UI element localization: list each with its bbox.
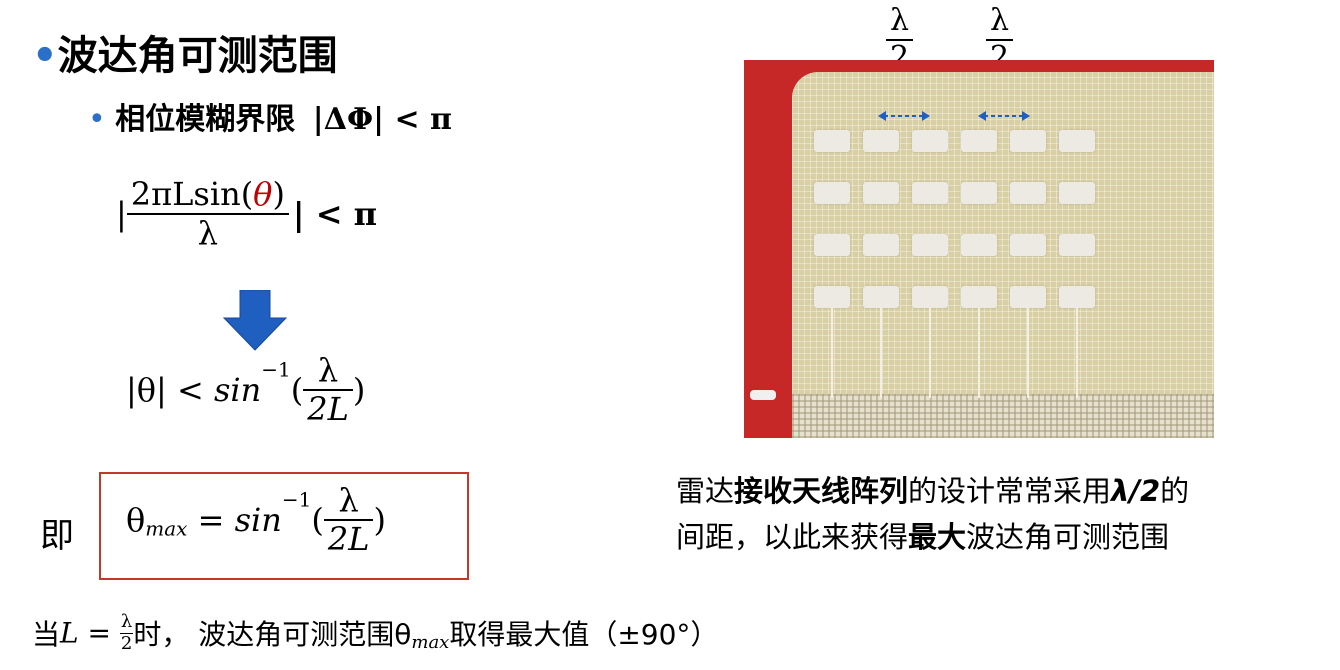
eq3-close: ) (373, 500, 386, 539)
eq3-prefix: 即 (40, 516, 74, 556)
feed-line (880, 308, 882, 398)
feed-line (1076, 308, 1078, 398)
phase-inequality: | 2πLsin(θ) λ | < π (116, 176, 377, 252)
antenna-patch (1010, 182, 1046, 204)
antenna-patch (912, 130, 948, 152)
spacing-label-2-num: λ (986, 3, 1014, 41)
pcb-red-edge (744, 60, 792, 438)
antenna-patch (912, 234, 948, 256)
eq3-den: 2L (327, 519, 370, 558)
eq2-open: ( (290, 370, 304, 409)
antenna-patch (1059, 130, 1095, 152)
eq2-exp: −1 (261, 357, 291, 382)
antenna-patch (961, 182, 997, 204)
antenna-patch (863, 182, 899, 204)
antenna-patch (1010, 130, 1046, 152)
subheading-formula: |ΔΦ| < π (312, 102, 453, 137)
caption-1b: 接收天线阵列 (734, 474, 909, 508)
antenna-patch (814, 286, 850, 308)
eq3-func: sin (234, 500, 282, 539)
caption-1a: 雷达 (676, 474, 735, 508)
antenna-patch (961, 286, 997, 308)
eq3-exp: −1 (281, 487, 312, 512)
bottom-text-a: 当 (32, 618, 61, 652)
spacing-arrow-2-icon (978, 111, 1030, 121)
eq2-func: sin (213, 370, 262, 409)
antenna-patch (863, 234, 899, 256)
heading-title: 波达角可测范围 (57, 33, 338, 79)
caption-1e: 的 (1160, 474, 1190, 508)
bottom-L: L (60, 616, 79, 650)
eq1-numerator-b: ) (272, 175, 285, 213)
antenna-patch (814, 130, 850, 152)
pcb-via-strip (792, 394, 1214, 438)
eq3-lhs: θ (126, 500, 146, 539)
theta-inequality: |θ| < sin−1( λ 2L ) (126, 352, 365, 428)
caption-1d: λ/2 (1111, 474, 1161, 508)
antenna-patch (961, 234, 997, 256)
antenna-patch (863, 130, 899, 152)
antenna-patch (1010, 234, 1046, 256)
antenna-patch (1059, 234, 1095, 256)
eq3-open: ( (311, 500, 324, 539)
feed-line (929, 308, 931, 398)
antenna-patch (912, 286, 948, 308)
antenna-patch (1010, 286, 1046, 308)
subheading-label: 相位模糊界限 (115, 102, 296, 137)
bottom-frac-num: λ (119, 611, 134, 634)
caption-2c: 波达角可测范围 (966, 520, 1170, 554)
eq2-den: 2L (307, 389, 349, 428)
figure-caption: 雷达接收天线阵列的设计常常采用λ/2的 间距，以此来获得最大波达角可测范围 (676, 468, 1189, 560)
bottom-frac-den: 2 (120, 632, 133, 654)
antenna-patch (814, 234, 850, 256)
eq3-sub: max (145, 516, 188, 541)
caption-1c: 的设计常常采用 (908, 474, 1112, 508)
antenna-patch (814, 182, 850, 204)
eq3-eq: = (187, 500, 235, 539)
eq3-num: λ (323, 482, 374, 521)
bottom-statement: 当L = λ 2 时， 波达角可测范围θmax取得最大值（±90°） (32, 611, 719, 654)
feed-line (1027, 308, 1029, 398)
pcb-white-marker (750, 390, 776, 400)
antenna-patch (1059, 182, 1095, 204)
feed-line (978, 308, 980, 398)
abs-bar-left: | (116, 194, 127, 233)
eq2-close: ) (352, 370, 366, 409)
bottom-text-b: 时， 波达角可测范围θ (133, 618, 412, 652)
pcb-board (792, 72, 1214, 438)
bottom-eq: = (78, 616, 120, 650)
eq1-rhs: | < π (292, 194, 378, 233)
bottom-text-c: 取得最大值（±90°） (449, 618, 719, 652)
eq2-num: λ (303, 352, 353, 391)
eq1-denominator: λ (197, 213, 218, 252)
antenna-patch (1059, 286, 1095, 308)
caption-2a: 间距，以此来获得 (676, 520, 909, 554)
theta-max-formula: θmax = sin−1( λ 2L ) (126, 482, 386, 558)
caption-2b: 最大 (908, 520, 967, 554)
spacing-arrow-1-icon (878, 111, 930, 121)
caption-line-1: 雷达接收天线阵列的设计常常采用λ/2的 (676, 468, 1189, 514)
subheading: • 相位模糊界限 |ΔΦ| < π (88, 98, 452, 142)
caption-line-2: 间距，以此来获得最大波达角可测范围 (676, 514, 1189, 560)
down-arrow-icon (222, 290, 288, 351)
eq2-lhs: |θ| < (126, 370, 214, 409)
subheading-bullet: • (88, 102, 106, 137)
heading: •波达角可测范围 (32, 28, 338, 84)
antenna-patch (863, 286, 899, 308)
eq1-numerator-a: 2πLsin( (130, 175, 254, 213)
eq1-theta: θ (253, 175, 273, 213)
bottom-sub: max (411, 631, 450, 653)
spacing-label-1-num: λ (886, 3, 914, 41)
feed-line (831, 308, 833, 398)
heading-bullet: • (32, 33, 58, 79)
antenna-patch (961, 130, 997, 152)
antenna-patch (912, 182, 948, 204)
